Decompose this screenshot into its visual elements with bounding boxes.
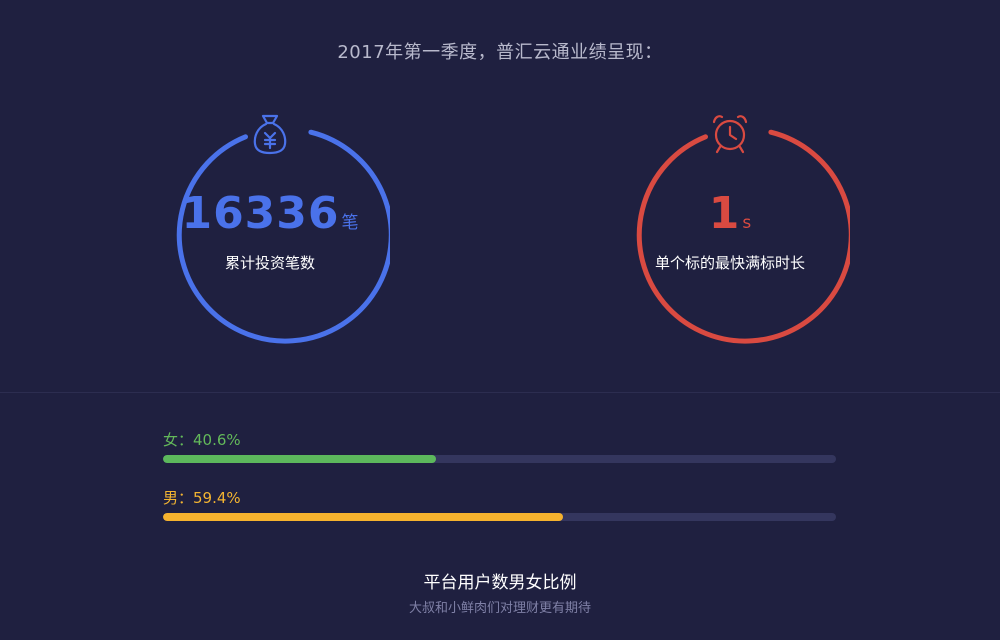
section-divider — [0, 392, 1000, 393]
stat-unit: s — [742, 213, 752, 233]
headline: 2017年第一季度，普汇云通业绩呈现： — [337, 42, 663, 63]
male-ratio-label: 男：59.4% — [163, 489, 241, 507]
stat-card-fastest-fill: 1s 单个标的最快满标时长 — [610, 110, 850, 350]
stat-label-fastest-fill: 单个标的最快满标时长 — [654, 254, 805, 272]
footer-subtitle: 大叔和小鲜肉们对理财更有期待 — [408, 601, 591, 616]
stat-value-fastest-fill: 1s — [610, 188, 850, 239]
page: 2017年第一季度，普汇云通业绩呈现： 16336 笔 累计投资笔数 1 s 单… — [0, 0, 1000, 640]
female-ratio-bar — [163, 455, 836, 463]
footer-title: 平台用户数男女比例 — [423, 573, 577, 593]
alarm-clock-icon — [712, 115, 748, 154]
male-ratio-fill — [163, 513, 563, 521]
money-bag-icon — [253, 114, 287, 155]
stat-value-investments: 16336 笔 — [150, 188, 390, 239]
stat-unit: 笔 — [341, 213, 359, 233]
female-ratio-fill — [163, 455, 437, 463]
stat-label-investments: 累计投资笔数 — [224, 254, 315, 272]
stat-card-investments: 16336 笔 累计投资笔数 — [150, 110, 390, 350]
stat-number: 1 — [708, 188, 741, 239]
stat-number: 16336 — [181, 188, 340, 239]
male-ratio-bar — [163, 513, 836, 521]
female-ratio-label: 女：40.6% — [163, 431, 241, 449]
